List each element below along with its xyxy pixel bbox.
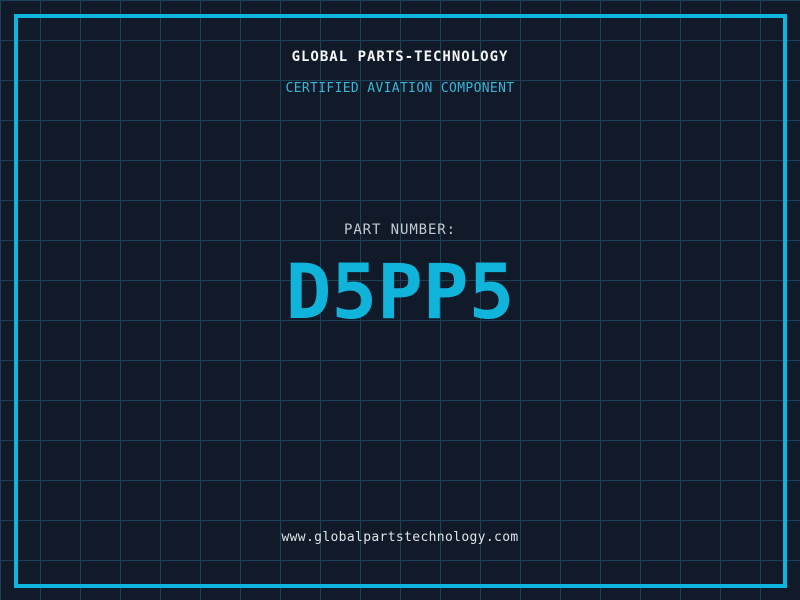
certification-subtitle: CERTIFIED AVIATION COMPONENT: [285, 81, 515, 96]
part-number-value: D5PP5: [285, 247, 515, 336]
brand-title: GLOBAL PARTS-TECHNOLOGY: [291, 49, 509, 65]
certificate-page: GLOBAL PARTS-TECHNOLOGY CERTIFIED AVIATI…: [0, 0, 800, 600]
website-url: www.globalpartstechnology.com: [281, 530, 519, 545]
part-number-label: PART NUMBER:: [344, 222, 456, 238]
